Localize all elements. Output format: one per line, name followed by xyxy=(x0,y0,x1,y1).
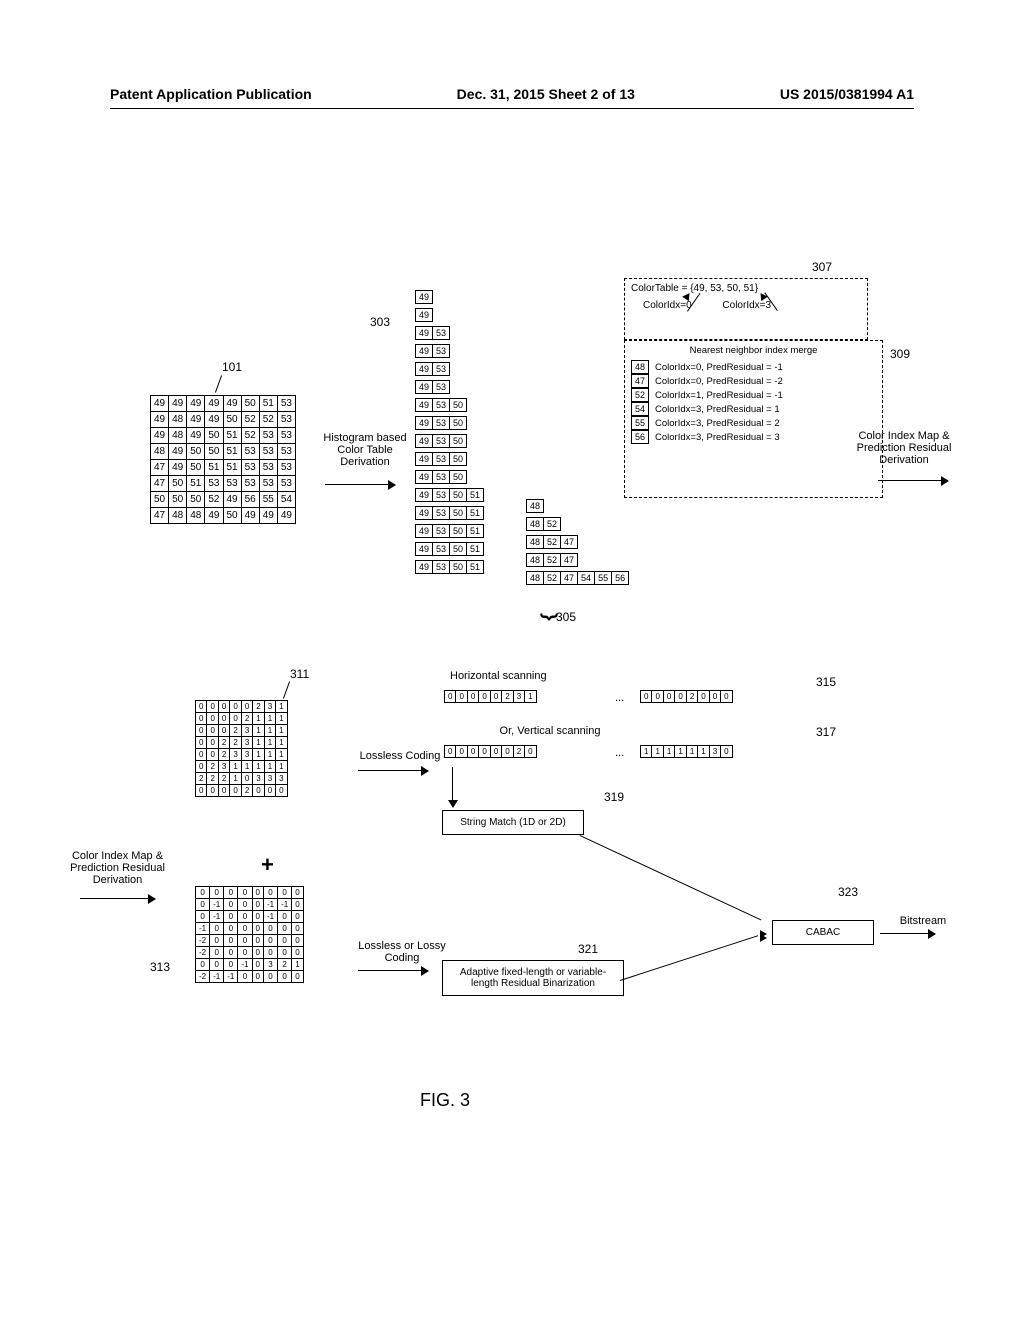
coloridx-3: ColorIdx=3 xyxy=(722,300,771,311)
callout-315: 315 xyxy=(816,675,836,689)
nearest-merge-label: Nearest neighbor index merge xyxy=(631,345,876,356)
box-307: ColorTable = {49, 53, 50, 51} ColorIdx=0… xyxy=(624,278,868,340)
box-adaptive: Adaptive fixed-length or variable-length… xyxy=(442,960,624,996)
plus-icon: + xyxy=(261,852,274,878)
label-histogram: Histogram based Color Table Derivation xyxy=(322,432,408,468)
hscan-ellipsis: ... xyxy=(615,692,624,704)
callout-303: 303 xyxy=(370,315,390,329)
label-cimap-out: Color Index Map & Prediction Residual De… xyxy=(844,430,964,466)
coloridx-0: ColorIdx=0 xyxy=(643,300,692,311)
table-101: 4949494949505153494849495052525349484950… xyxy=(150,395,296,524)
line-stringmatch-cabac xyxy=(580,835,762,920)
callout-319: 319 xyxy=(604,790,624,804)
table-313: 000000000-1000-1-100-1000-100-10000000-2… xyxy=(195,886,304,983)
label-bitstream: Bitstream xyxy=(888,915,958,927)
callout-307: 307 xyxy=(812,260,832,274)
arrow-losslossy xyxy=(358,970,428,971)
arrow-cimap-out xyxy=(878,480,948,481)
merge-r2: ColorIdx=0, PredResidual = -2 xyxy=(655,376,783,387)
header-right: US 2015/0381994 A1 xyxy=(780,86,914,102)
label-losslossy: Lossless or Lossy Coding xyxy=(352,940,452,964)
arrow-down-stringmatch xyxy=(452,767,453,807)
label-hscan: Horizontal scanning xyxy=(450,670,590,682)
callout-309: 309 xyxy=(890,347,910,361)
vscan-ellipsis: ... xyxy=(615,747,624,759)
vscan-front: 00000020 xyxy=(444,745,537,758)
table-311: 0000023100002111000231110022311100233111… xyxy=(195,700,288,797)
merge-src-52: 52 xyxy=(631,388,649,402)
header-left: Patent Application Publication xyxy=(110,86,312,102)
merge-src-47: 47 xyxy=(631,374,649,388)
merge-r5: ColorIdx=3, PredResidual = 2 xyxy=(655,418,780,429)
merge-src-48: 48 xyxy=(631,360,649,374)
label-lossless: Lossless Coding xyxy=(355,750,445,762)
hscan-back: 00002000 xyxy=(640,690,733,703)
box-cabac: CABAC xyxy=(772,920,874,945)
callout-313: 313 xyxy=(150,960,170,974)
callout-317: 317 xyxy=(816,725,836,739)
callout-323: 323 xyxy=(838,885,858,899)
merge-src-55: 55 xyxy=(631,416,649,430)
leader-311 xyxy=(283,681,290,698)
callout-321: 321 xyxy=(578,942,598,956)
callout-305: 305 xyxy=(556,610,576,624)
callout-311: 311 xyxy=(290,667,309,681)
line-adaptive-cabac xyxy=(620,935,758,981)
arrow-hist xyxy=(325,484,395,485)
merge-r6: ColorIdx=3, PredResidual = 3 xyxy=(655,432,780,443)
arrow-bitstream xyxy=(880,933,935,934)
merge-r4: ColorIdx=3, PredResidual = 1 xyxy=(655,404,780,415)
box-stringmatch: String Match (1D or 2D) xyxy=(442,810,584,835)
figure-caption: FIG. 3 xyxy=(420,1090,470,1111)
label-vscan: Or, Vertical scanning xyxy=(480,725,620,737)
merge-src-56: 56 xyxy=(631,430,649,444)
merge-r3: ColorIdx=1, PredResidual = -1 xyxy=(655,390,783,401)
arrowhead-cabac-2 xyxy=(760,934,767,942)
figure-3: 101 494949494950515349484949505252534948… xyxy=(0,170,1024,1320)
merge-r1: ColorIdx=0, PredResidual = -1 xyxy=(655,362,783,373)
header-rule xyxy=(110,108,914,109)
vscan-back: 11111130 xyxy=(640,745,733,758)
callout-101: 101 xyxy=(222,360,242,374)
color-table-text: ColorTable = {49, 53, 50, 51} xyxy=(631,283,861,294)
box-309: Nearest neighbor index merge 48 ColorIdx=… xyxy=(624,340,883,498)
merge-src-54: 54 xyxy=(631,402,649,416)
arrow-cimap-in xyxy=(80,898,155,899)
label-cimap-in: Color Index Map & Prediction Residual De… xyxy=(60,850,175,886)
leader-101 xyxy=(215,375,222,392)
hscan-front: 00000231 xyxy=(444,690,537,703)
arrow-lossless xyxy=(358,770,428,771)
header-mid: Dec. 31, 2015 Sheet 2 of 13 xyxy=(457,86,635,102)
